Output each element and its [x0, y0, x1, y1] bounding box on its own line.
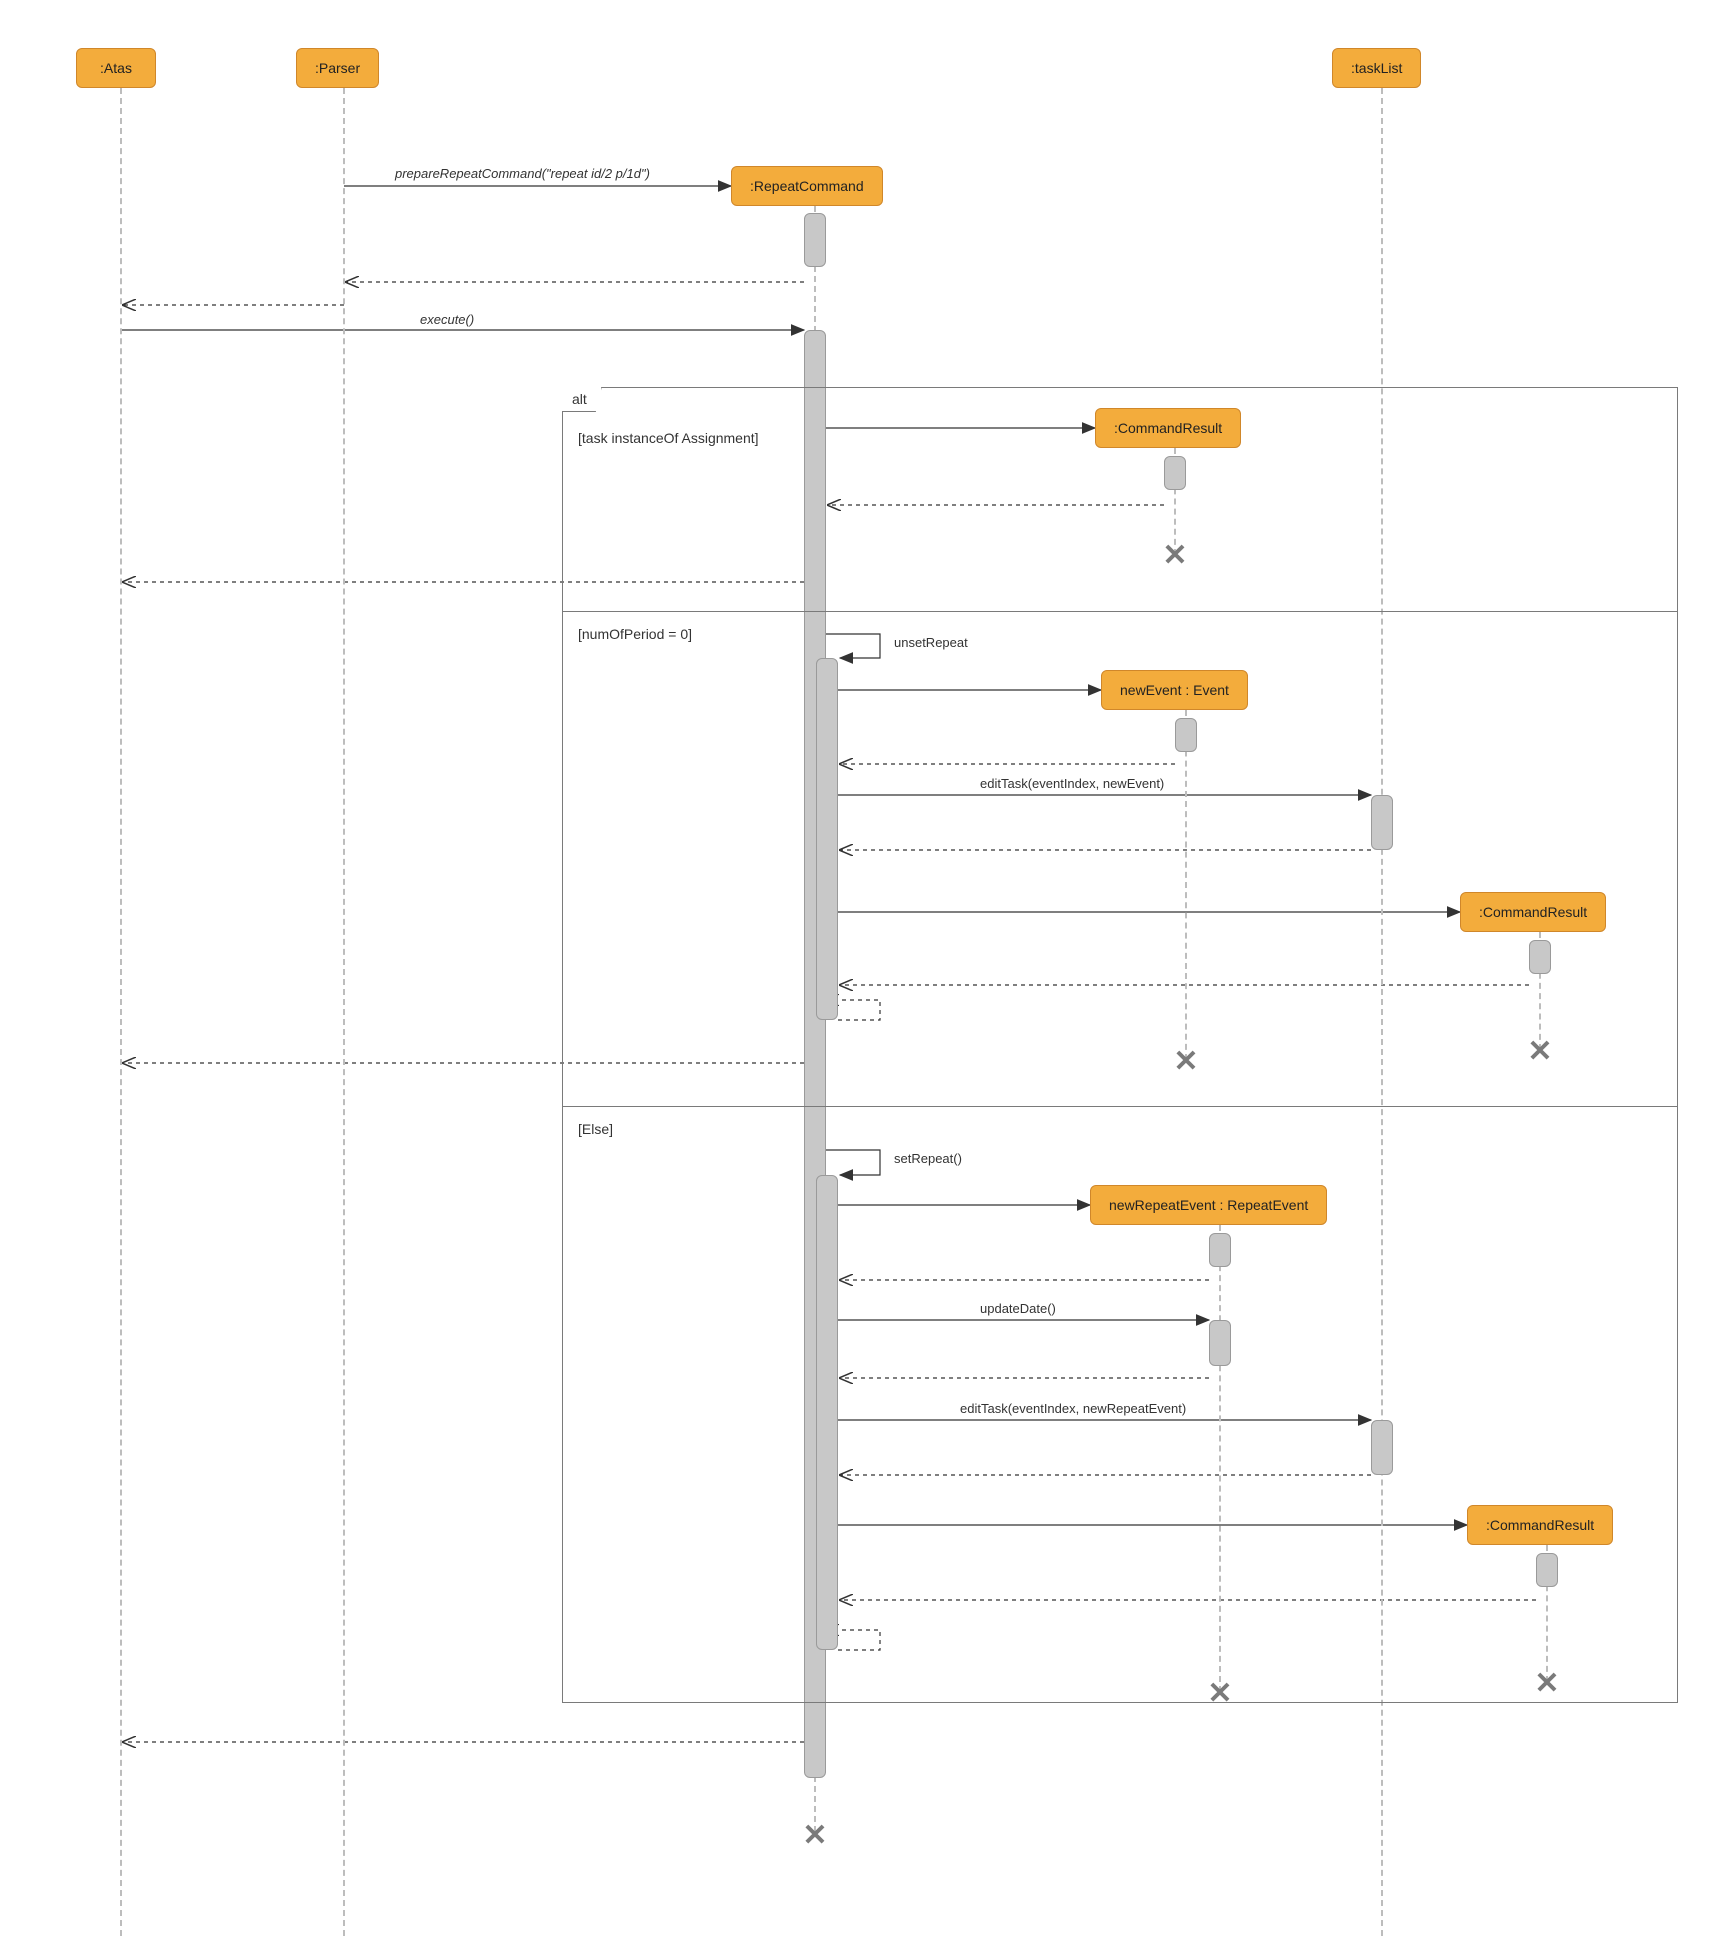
msg-execute: execute()	[420, 312, 474, 327]
lifeline-head-tasklist: :taskList	[1332, 48, 1421, 88]
lifeline-head-repeatcommand: :RepeatCommand	[731, 166, 883, 206]
lifeline-line-atas	[120, 88, 122, 1936]
destroy-icon: ✕	[1525, 1036, 1555, 1066]
fragment-divider-1	[563, 611, 1677, 612]
destroy-icon: ✕	[800, 1820, 830, 1850]
destroy-icon: ✕	[1160, 540, 1190, 570]
activation-repeatcommand-create	[804, 213, 826, 267]
destroy-icon: ✕	[1205, 1678, 1235, 1708]
guard-3: [Else]	[578, 1121, 613, 1137]
sequence-diagram: :Atas :Parser :RepeatCommand :taskList :…	[0, 0, 1729, 1954]
destroy-icon: ✕	[1532, 1668, 1562, 1698]
fragment-divider-2	[563, 1106, 1677, 1107]
fragment-operator: alt	[562, 387, 602, 412]
fragment-alt: alt [task instanceOf Assignment] [numOfP…	[562, 387, 1678, 1703]
guard-2: [numOfPeriod = 0]	[578, 626, 692, 642]
destroy-icon: ✕	[1171, 1046, 1201, 1076]
guard-1: [task instanceOf Assignment]	[578, 430, 759, 446]
lifeline-line-parser	[343, 88, 345, 1936]
msg-prepare: prepareRepeatCommand("repeat id/2 p/1d")	[395, 166, 650, 181]
lifeline-head-parser: :Parser	[296, 48, 379, 88]
lifeline-head-atas: :Atas	[76, 48, 156, 88]
